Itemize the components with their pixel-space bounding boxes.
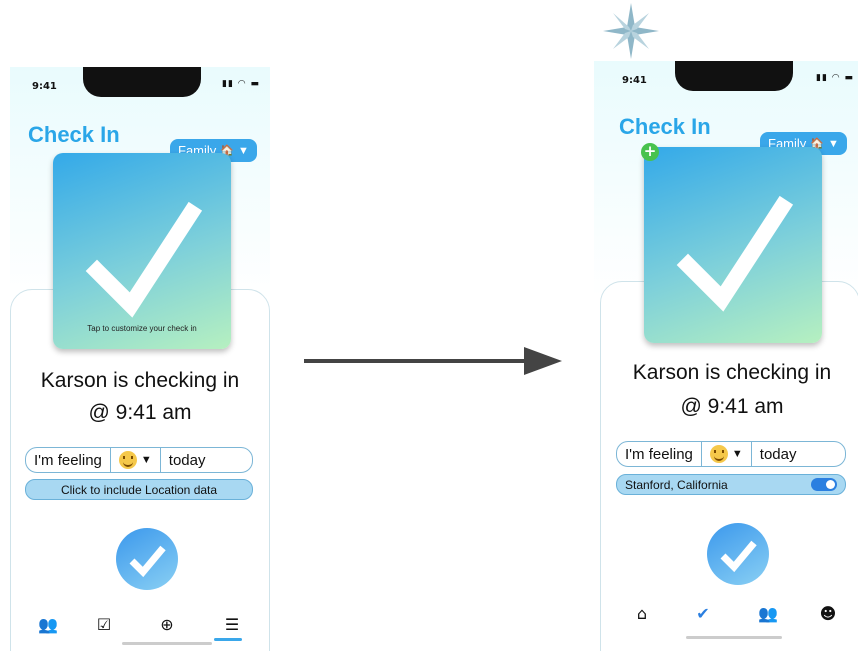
status-time: 9:41 [622, 75, 647, 86]
page-title: Check In [28, 122, 120, 147]
mood-dropdown[interactable]: ▼ [109, 448, 161, 472]
checkin-card[interactable]: Tap to customize your check in [53, 153, 231, 349]
home-icon[interactable]: ⌂ [628, 604, 656, 623]
smiley-icon [118, 451, 137, 469]
checkin-name-line: Karson is checking in [40, 369, 240, 392]
home-indicator [122, 642, 212, 645]
phone-notch [83, 67, 201, 97]
check-circle-icon[interactable]: ✔ [689, 604, 717, 623]
home-indicator [686, 636, 782, 639]
check-mark-icon [85, 201, 203, 318]
chevron-down-icon: ▼ [827, 137, 839, 150]
people-icon[interactable]: 👥 [754, 604, 782, 623]
chevron-down-icon: ▼ [731, 448, 743, 460]
profile-icon[interactable]: ☻ [814, 604, 842, 623]
add-plus-icon[interactable]: + [641, 143, 659, 161]
location-toggle[interactable] [811, 478, 837, 491]
check-icon[interactable]: ☑ [90, 615, 118, 634]
people-icon[interactable]: 👥 [34, 615, 62, 634]
phone-notch [675, 61, 793, 91]
feeling-prefix: I'm feeling [625, 445, 693, 463]
basketball-icon[interactable]: ⊕ [153, 615, 181, 634]
card-caption: Tap to customize your check in [87, 324, 197, 333]
status-time: 9:41 [32, 81, 57, 92]
feeling-suffix: today [759, 445, 797, 463]
checkin-time-line: @ 9:41 am [88, 401, 192, 424]
feeling-selector: I'm feeling ▼ today [25, 447, 253, 473]
submit-checkin-button[interactable] [116, 528, 178, 590]
checkin-time-line: @ 9:41 am [680, 395, 784, 418]
mood-dropdown[interactable]: ▼ [700, 442, 752, 466]
transition-arrow [304, 347, 562, 375]
smiley-icon [709, 445, 728, 463]
check-icon [720, 540, 757, 573]
active-tab-indicator [214, 638, 242, 641]
phone-after: 9:41 ▮▮ ◠ ▬ Check In Family 🏠 ▼ + Karson… [594, 61, 858, 651]
chevron-down-icon: ▼ [237, 144, 249, 157]
include-location-button[interactable]: Click to include Location data [25, 479, 253, 500]
status-icons: ▮▮ ◠ ▬ [816, 73, 854, 83]
location-value: Stanford, California [625, 477, 728, 492]
check-mark-icon [676, 195, 794, 312]
checkin-name-line: Karson is checking in [632, 361, 832, 384]
feeling-suffix: today [168, 451, 206, 469]
page-title: Check In [619, 114, 711, 139]
feeling-selector: I'm feeling ▼ today [616, 441, 846, 467]
compass-star-icon [603, 3, 659, 59]
location-row[interactable]: Stanford, California [616, 474, 846, 495]
tab-bar: ⌂ ✔ 👥 ☻ [594, 604, 858, 634]
submit-checkin-button[interactable] [707, 523, 769, 585]
feeling-prefix: I'm feeling [34, 451, 102, 469]
scrapbook-icon[interactable]: ☰ [218, 615, 246, 634]
include-location-label: Click to include Location data [60, 482, 218, 497]
check-icon [129, 545, 166, 578]
status-icons: ▮▮ ◠ ▬ [222, 79, 260, 89]
checkin-card[interactable] [644, 147, 822, 343]
chevron-down-icon: ▼ [140, 454, 152, 466]
phone-before: 9:41 ▮▮ ◠ ▬ Check In Family 🏠 ▼ Tap to c… [10, 67, 270, 651]
